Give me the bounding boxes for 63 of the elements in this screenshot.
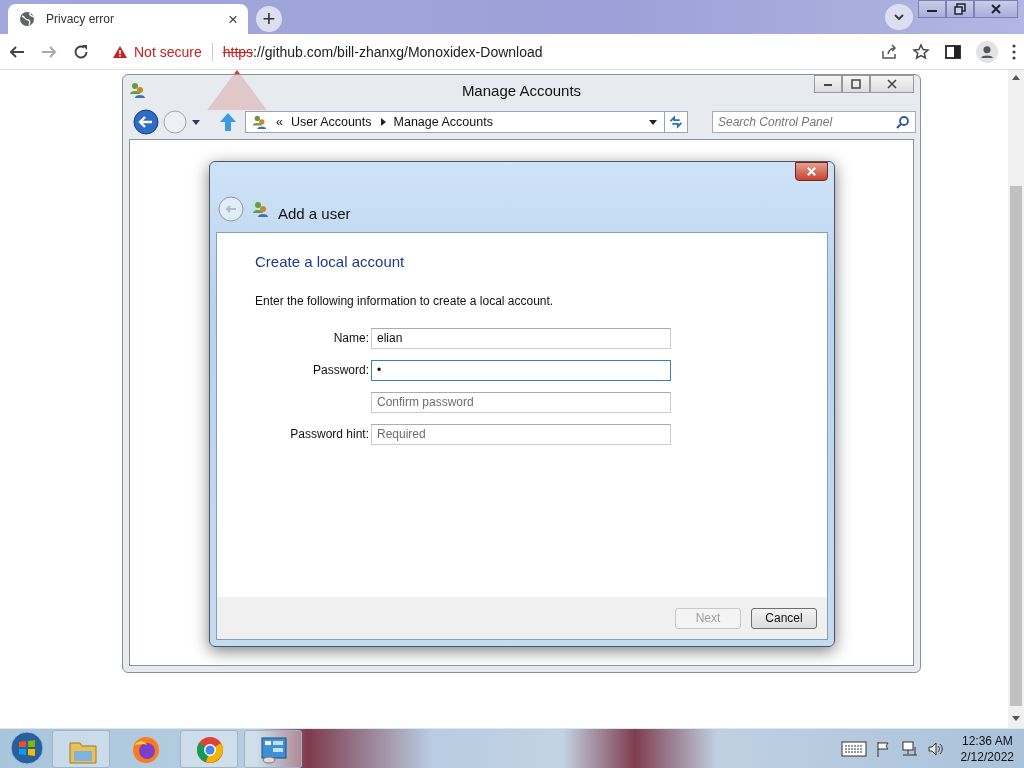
chevron-icon[interactable] (379, 118, 386, 126)
input-field[interactable]: Confirm password (371, 391, 671, 413)
address-bar[interactable]: « User Accounts Manage Accounts (245, 111, 665, 133)
keyboard-icon[interactable] (840, 739, 867, 758)
dialog-button[interactable]: Cancel (751, 607, 817, 629)
field-label: Password hint: (289, 427, 369, 441)
input-field[interactable]: elian (371, 327, 671, 349)
profile-icon[interactable] (976, 40, 998, 63)
network-icon[interactable] (900, 740, 919, 757)
taskbar-button[interactable] (244, 729, 302, 768)
up-arrow-icon[interactable] (219, 112, 237, 132)
field-label: Name: (332, 331, 369, 345)
dropdown-icon[interactable] (191, 118, 201, 126)
tab-close-button[interactable]: × (228, 10, 238, 28)
maximize-button[interactable] (842, 75, 870, 93)
browser-icon (131, 734, 161, 765)
section-heading: Create a local account (255, 253, 406, 270)
breadcrumb-item[interactable]: Manage Accounts (393, 115, 493, 129)
browser-icon (195, 734, 225, 765)
control-panel-icon (259, 734, 289, 765)
back-icon[interactable] (133, 109, 159, 135)
close-icon (990, 3, 1002, 15)
clock-time[interactable]: 12:36 AM (961, 733, 1013, 748)
star-icon[interactable] (912, 42, 930, 61)
new-tab-button[interactable]: + (256, 6, 282, 32)
security-status[interactable]: Not secure (134, 43, 202, 60)
warning-icon (112, 44, 128, 59)
globe-icon (18, 10, 36, 28)
tab-search-button[interactable] (885, 4, 913, 30)
close-button[interactable] (795, 162, 828, 181)
users-icon (252, 114, 268, 130)
scrollbar[interactable] (1008, 70, 1024, 728)
refresh-icon[interactable] (664, 111, 688, 133)
close-icon (887, 79, 897, 89)
side-panel-icon[interactable] (944, 42, 962, 61)
menu-icon[interactable] (1012, 43, 1016, 60)
close-button[interactable] (974, 0, 1018, 18)
input-field[interactable]: Required (371, 423, 671, 445)
window-title: Manage Accounts (461, 82, 582, 99)
volume-icon[interactable] (926, 740, 945, 757)
restore-button[interactable] (946, 0, 974, 18)
clock-date[interactable]: 2/12/2022 (960, 749, 1014, 764)
instruction-text: Enter the following information to create a local account. (255, 294, 555, 308)
users-icon (129, 81, 147, 99)
field-label: Password: (311, 363, 369, 377)
users-icon (252, 200, 270, 218)
input-field[interactable]: • (371, 359, 671, 381)
reload-icon[interactable] (72, 42, 90, 61)
dropdown-icon[interactable] (648, 118, 658, 126)
minimize-button[interactable] (814, 75, 842, 93)
breadcrumb-overflow[interactable]: « (276, 115, 283, 129)
search-field[interactable]: Search Control Panel (712, 111, 916, 133)
url-text[interactable]: https://github.com/bill-zhanxg/Monoxidex-Download (222, 43, 543, 60)
minimize-button[interactable] (918, 0, 946, 18)
minimize-icon (823, 81, 833, 87)
maximize-icon (851, 79, 861, 89)
share-icon[interactable] (880, 42, 898, 61)
restore-icon (954, 3, 966, 15)
dialog-title: Add a user (278, 205, 351, 222)
breadcrumb-item[interactable]: User Accounts (290, 115, 372, 129)
browser-tab[interactable]: Privacy error × (8, 4, 248, 34)
tab-title: Privacy error (46, 12, 115, 26)
taskbar-button[interactable] (180, 729, 238, 768)
